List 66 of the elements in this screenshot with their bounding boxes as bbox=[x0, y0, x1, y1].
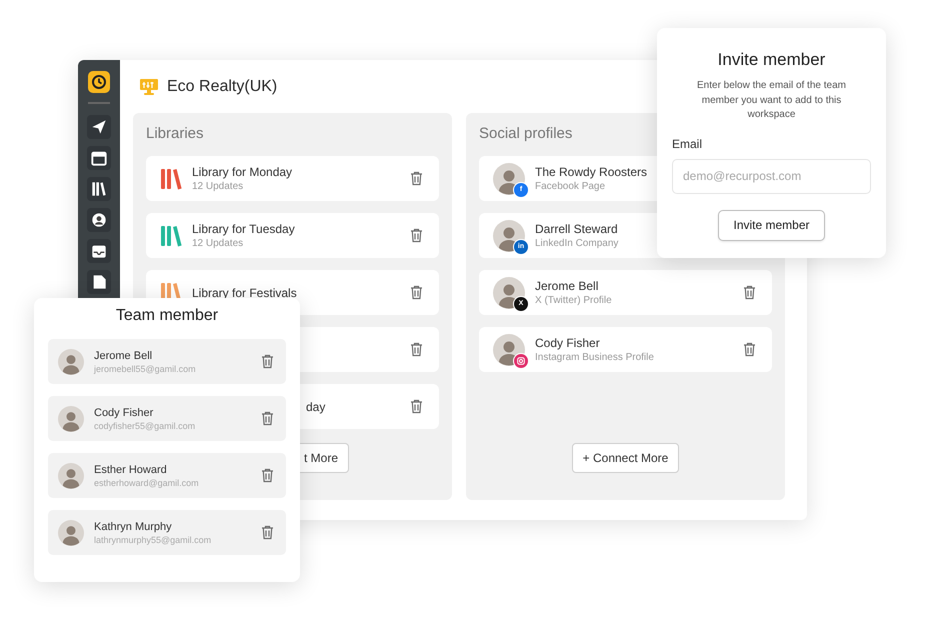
trash-icon[interactable] bbox=[743, 342, 756, 357]
card-title: Invite member bbox=[716, 50, 826, 70]
trash-icon[interactable] bbox=[261, 354, 274, 369]
update-count: 12 Updates bbox=[192, 181, 244, 192]
member-email: codyfisher55@gamil.com bbox=[94, 420, 196, 430]
trash-icon[interactable] bbox=[743, 285, 756, 300]
trash-icon[interactable] bbox=[410, 285, 423, 300]
connect-more-button[interactable]: + Connect More bbox=[572, 443, 680, 473]
profile-type: Instagram Business Profile bbox=[535, 352, 654, 363]
member-item[interactable]: Cody Fisher codyfisher55@gamil.com bbox=[48, 396, 286, 441]
member-item[interactable]: Esther Howard estherhoward@gamil.com bbox=[48, 453, 286, 498]
monitor-icon bbox=[139, 78, 159, 96]
avatar-icon bbox=[58, 462, 84, 488]
user-icon[interactable] bbox=[87, 208, 111, 232]
member-email: estherhoward@gamil.com bbox=[94, 478, 199, 488]
trash-icon[interactable] bbox=[410, 228, 423, 243]
member-email: jeromebell55@gamil.com bbox=[94, 364, 196, 374]
profile-name: Jerome Bell bbox=[535, 279, 598, 293]
library-item[interactable]: Library for Monday 12 Updates bbox=[146, 156, 439, 201]
library-icon[interactable] bbox=[87, 177, 111, 201]
trash-icon[interactable] bbox=[261, 525, 274, 540]
profile-type: LinkedIn Company bbox=[535, 238, 618, 249]
library-item[interactable]: Library for Tuesday 12 Updates bbox=[146, 213, 439, 258]
document-icon[interactable] bbox=[87, 270, 111, 294]
profile-name: Cody Fisher bbox=[535, 336, 600, 350]
profile-name: Darrell Steward bbox=[535, 222, 618, 236]
trash-icon[interactable] bbox=[261, 411, 274, 426]
invite-button[interactable]: Invite member bbox=[718, 210, 825, 240]
profile-name: The Rowdy Roosters bbox=[535, 165, 648, 179]
member-item[interactable]: Kathryn Murphy lathrynmurphy55@gamil.com bbox=[48, 510, 286, 555]
avatar-icon bbox=[58, 520, 84, 546]
send-icon[interactable] bbox=[87, 115, 111, 139]
camera-badge-icon bbox=[513, 352, 529, 368]
inbox-icon[interactable] bbox=[87, 239, 111, 263]
workspace-title: Eco Realty(UK) bbox=[167, 78, 278, 96]
library-name: Library for Monday bbox=[192, 165, 292, 179]
connect-more-button[interactable]: t More bbox=[300, 443, 350, 473]
profile-item[interactable]: Cody Fisher Instagram Business Profile bbox=[479, 327, 772, 372]
library-name: Library for Tuesday bbox=[192, 222, 295, 236]
library-name: day bbox=[306, 400, 326, 414]
panel-title: Libraries bbox=[146, 125, 204, 144]
email-label: Email bbox=[672, 136, 704, 150]
avatar-icon bbox=[58, 406, 84, 432]
member-name: Kathryn Murphy bbox=[94, 520, 172, 532]
calendar-icon[interactable] bbox=[87, 146, 111, 170]
trash-icon[interactable] bbox=[410, 342, 423, 357]
books-icon bbox=[160, 168, 182, 190]
member-email: lathrynmurphy55@gamil.com bbox=[94, 534, 212, 544]
member-name: Cody Fisher bbox=[94, 406, 154, 418]
trash-icon[interactable] bbox=[410, 399, 423, 414]
avatar-icon bbox=[58, 348, 84, 374]
books-icon bbox=[160, 224, 182, 246]
invite-description: Enter below the email of the team member you want to add to this workspace bbox=[696, 79, 847, 122]
library-name: Library for Festivals bbox=[192, 286, 297, 300]
panel-title: Social profiles bbox=[479, 125, 572, 144]
profile-type: Facebook Page bbox=[535, 181, 606, 192]
member-item[interactable]: Jerome Bell jeromebell55@gamil.com bbox=[48, 339, 286, 384]
profile-type: X (Twitter) Profile bbox=[535, 295, 612, 306]
avatar-icon bbox=[493, 334, 525, 366]
member-name: Esther Howard bbox=[94, 464, 167, 476]
update-count: 12 Updates bbox=[192, 238, 244, 249]
email-field[interactable]: demo@recurpost.com bbox=[672, 158, 871, 194]
clock-logo-icon[interactable] bbox=[88, 71, 110, 93]
trash-icon[interactable] bbox=[261, 468, 274, 483]
trash-icon[interactable] bbox=[410, 171, 423, 186]
member-name: Jerome Bell bbox=[94, 350, 152, 362]
